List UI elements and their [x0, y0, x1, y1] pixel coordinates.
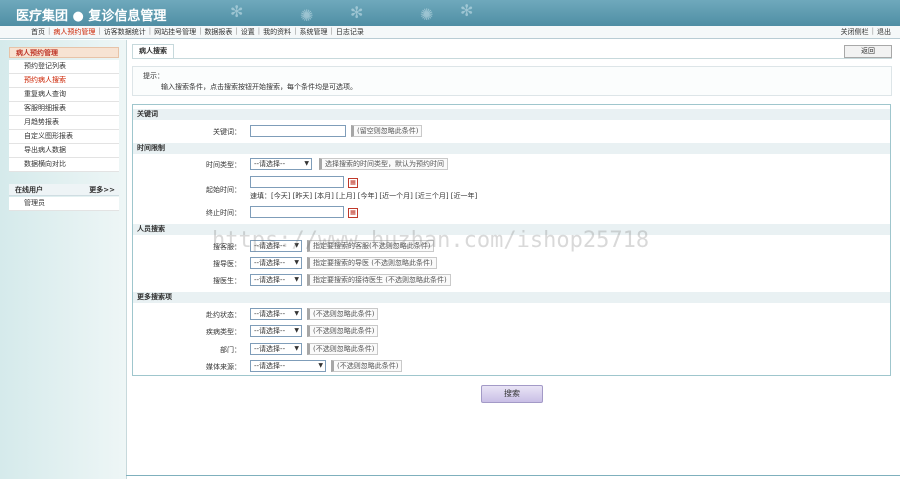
keyword-label: 关键词： [213, 128, 241, 136]
sidebar-item-search[interactable]: 预约病人搜索 [9, 74, 119, 88]
keyword-input[interactable] [250, 125, 346, 137]
status-hint: (不选则忽略此条件) [307, 308, 379, 320]
status-label: 赴约状态： [206, 311, 241, 319]
disease-select[interactable]: --请选择-- ▼ [250, 325, 302, 337]
nav-profile[interactable]: 我的资料 [260, 27, 294, 37]
end-time-input[interactable] [250, 206, 344, 218]
section-more: 更多搜索项 [133, 292, 890, 303]
snowflake-icon: ✻ [350, 3, 364, 22]
dropdown-arrow-icon: ▼ [294, 259, 299, 266]
media-label: 媒体来源： [206, 363, 241, 371]
back-button[interactable]: 返回 [844, 45, 892, 58]
snowflake-icon: ✻ [230, 2, 244, 21]
calendar-icon[interactable]: ▦ [348, 208, 358, 218]
sidebar: 病人预约管理 预约登记列表 预约病人搜索 重复病人查询 客服明细报表 月趋势报表… [0, 40, 127, 479]
media-hint: (不选则忽略此条件) [331, 360, 403, 372]
section-time: 时间限制 [133, 143, 890, 154]
online-users-title: 在线用户 [15, 186, 43, 194]
time-type-select[interactable]: --请选择-- ▼ [250, 158, 312, 170]
guide-label: 搜导医： [213, 260, 241, 268]
nav-settings[interactable]: 设置 [238, 27, 258, 37]
online-users-more[interactable]: 更多>> [89, 184, 115, 196]
calendar-icon[interactable]: ▦ [348, 178, 358, 188]
guide-select[interactable]: --请选择-- ▼ [250, 257, 302, 269]
nav-system[interactable]: 系统管理 [297, 27, 331, 37]
tab-row: 病人搜索 返回 [132, 44, 892, 59]
sidebar-item-service-report[interactable]: 客服明细报表 [9, 102, 119, 116]
time-type-hint: 选择搜索的时间类型，默认为预约时间 [319, 158, 448, 170]
dropdown-arrow-icon: ▼ [294, 276, 299, 283]
nav-reports[interactable]: 数据报表 [201, 27, 235, 37]
nav-appointment[interactable]: 病人预约管理 [50, 27, 98, 37]
snowflake-icon: ✺ [420, 5, 434, 24]
sidebar-item-list[interactable]: 预约登记列表 [9, 60, 119, 74]
nav-visitor-stats[interactable]: 访客数据统计 [101, 27, 149, 37]
tab-patient-search[interactable]: 病人搜索 [132, 44, 174, 58]
disease-label: 疾病类型： [206, 328, 241, 336]
tip-text: 输入搜索条件，点击搜索按钮开始搜索，每个条件均是可选项。 [161, 83, 357, 91]
nav-logs[interactable]: 日志记录 [333, 27, 367, 37]
sidebar-item-export[interactable]: 导出病人数据 [9, 144, 119, 158]
sidebar-item-duplicate[interactable]: 重复病人查询 [9, 88, 119, 102]
dropdown-arrow-icon: ▼ [294, 327, 299, 334]
nav-web-register[interactable]: 网站挂号管理 [151, 27, 199, 37]
nav-home[interactable]: 首页 [28, 27, 48, 37]
doctor-label: 搜医生： [213, 277, 241, 285]
time-type-label: 时间类型： [206, 161, 241, 169]
top-nav: 首页 | 病人预约管理 | 访客数据统计 | 网站挂号管理 | 数据报表 | 设置 | 我的… [0, 26, 900, 39]
status-select[interactable]: --请选择-- ▼ [250, 308, 302, 320]
end-time-label: 终止时间： [206, 209, 241, 217]
snowflake-icon: ✺ [300, 6, 314, 25]
doctor-select[interactable]: --请选择-- ▼ [250, 274, 302, 286]
bottom-divider [126, 475, 900, 476]
disease-hint: (不选则忽略此条件) [307, 325, 379, 337]
online-users-head: 在线用户 更多>> [9, 184, 119, 196]
header-bar: ✻ ✺ ✻ ✺ ✻ 医疗集团 ● 复诊信息管理 [0, 0, 900, 26]
main-panel: 病人搜索 返回 提示： 输入搜索条件，点击搜索按钮开始搜索，每个条件均是可选项。… [126, 40, 900, 479]
dept-select[interactable]: --请选择-- ▼ [250, 343, 302, 355]
sidebar-item-custom-chart[interactable]: 自定义图形报表 [9, 130, 119, 144]
quick-fill-links[interactable]: 速填：[今天] [昨天] [本月] [上月] [今年] [近一个月] [近三个月… [250, 191, 477, 201]
sidebar-item-monthly[interactable]: 月趋势报表 [9, 116, 119, 130]
dropdown-arrow-icon: ▼ [304, 160, 309, 167]
close-sidebar-link[interactable]: 关闭侧栏 [838, 27, 872, 37]
tip-box: 提示： 输入搜索条件，点击搜索按钮开始搜索，每个条件均是可选项。 [132, 66, 892, 96]
search-button[interactable]: 搜索 [481, 385, 543, 403]
dropdown-arrow-icon: ▼ [318, 362, 323, 369]
sidebar-item-compare[interactable]: 数据横向对比 [9, 158, 119, 172]
dept-hint: (不选则忽略此条件) [307, 343, 379, 355]
logout-link[interactable]: 退出 [874, 27, 894, 37]
snowflake-icon: ✻ [460, 1, 474, 20]
media-select[interactable]: --请选择-- ▼ [250, 360, 326, 372]
start-time-label: 起始时间： [206, 186, 241, 194]
keyword-hint: (留空则忽略此条件) [351, 125, 423, 137]
doctor-hint: 指定要搜索的接待医生 (不选则忽略此条件) [307, 274, 451, 286]
guide-hint: 指定要搜索的导医 (不选则忽略此条件) [307, 257, 437, 269]
tip-title: 提示： [143, 72, 164, 80]
dropdown-arrow-icon: ▼ [294, 345, 299, 352]
sidebar-head[interactable]: 病人预约管理 [9, 47, 119, 58]
dropdown-arrow-icon: ▼ [294, 310, 299, 317]
watermark-text: https://www.huzhan.com/ishop25718 [212, 228, 650, 253]
app-title: 医疗集团 ● 复诊信息管理 [16, 9, 167, 24]
start-time-input[interactable] [250, 176, 344, 188]
section-keyword: 关键词 [133, 109, 890, 120]
online-user: 管理员 [9, 197, 119, 211]
dept-label: 部门： [220, 346, 241, 354]
